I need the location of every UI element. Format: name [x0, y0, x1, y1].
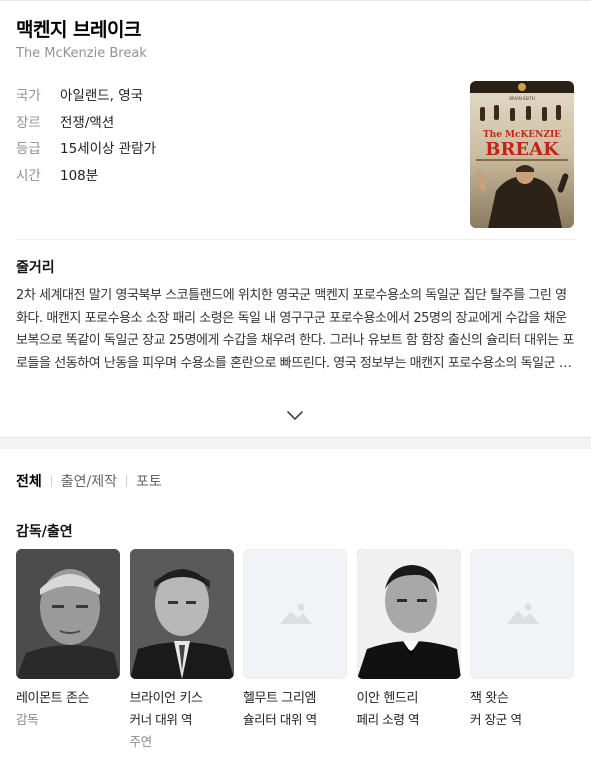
- person-role: 슐리터 대위 역: [243, 712, 317, 727]
- person-name: 레이몬트 존슨: [16, 691, 90, 706]
- info-row-runtime: 시간 108분: [16, 161, 156, 188]
- info-label: 시간: [16, 167, 41, 184]
- person-name: 이안 헨드리: [356, 691, 419, 706]
- cast-item[interactable]: 레이몬트 존슨 감독: [16, 549, 120, 750]
- tab-all[interactable]: 전체: [16, 471, 42, 491]
- info-value: 15세이상 관람가: [60, 141, 156, 158]
- person-photo: [129, 549, 234, 679]
- info-row-rating: 등급 15세이상 관람가: [16, 134, 156, 161]
- svg-text:BREAK: BREAK: [485, 139, 560, 160]
- info-label: 국가: [16, 88, 41, 105]
- cast-heading: 감독/출연: [16, 524, 73, 540]
- person-name: 잭 왓슨: [470, 691, 509, 706]
- info-value: 아일랜드, 영국: [60, 88, 144, 105]
- synopsis-heading: 줄거리: [16, 260, 55, 276]
- cast-item[interactable]: 이안 헨드리 페리 소령 역: [356, 549, 461, 750]
- movie-original-title: The McKenzie Break: [16, 46, 147, 61]
- movie-info-card: 맥켄지 브레이크 The McKenzie Break 국가 아일랜드, 영국 …: [0, 0, 591, 438]
- tab-cast-crew[interactable]: 출연/제작: [61, 471, 117, 491]
- movie-title: 맥켄지 브레이크: [16, 19, 141, 41]
- person-photo: [16, 549, 120, 679]
- info-value: 전쟁/액션: [60, 114, 115, 131]
- info-row-country: 국가 아일랜드, 영국: [16, 81, 156, 108]
- cast-item[interactable]: 헬무트 그리엠 슐리터 대위 역: [243, 549, 347, 750]
- person-name: 브라이언 키스: [129, 691, 203, 706]
- person-role: 페리 소령 역: [356, 712, 420, 727]
- person-role: 커너 대위 역: [129, 712, 193, 727]
- cast-item[interactable]: 브라이언 키스 커너 대위 역 주연: [129, 549, 234, 750]
- person-name: 헬무트 그리엠: [243, 691, 317, 706]
- divider: [16, 239, 575, 240]
- cast-list: 레이몬트 존슨 감독 브라이언 키스 커너 대위 역 주연 헬무트 그리엠 슐리…: [16, 549, 584, 750]
- svg-text:BRIAN KEITH: BRIAN KEITH: [509, 96, 534, 101]
- synopsis-text: 2차 세계대전 말기 영국북부 스코틀랜드에 위치한 영국군 맥켄지 포로수용소…: [16, 288, 574, 371]
- info-label: 장르: [16, 114, 41, 131]
- tab-divider: [50, 475, 52, 487]
- person-role: 커 장군 역: [470, 712, 522, 727]
- image-placeholder-icon: [470, 549, 574, 679]
- info-row-genre: 장르 전쟁/액션: [16, 108, 156, 135]
- tab-photo[interactable]: 포토: [136, 471, 162, 491]
- info-label: 등급: [16, 141, 41, 158]
- movie-poster[interactable]: BRIAN KEITH The McKENZIE BREAK: [470, 81, 574, 228]
- cast-item[interactable]: 잭 왓슨 커 장군 역: [470, 549, 574, 750]
- person-role-type: 주연: [129, 734, 153, 749]
- info-value: 108분: [60, 167, 99, 184]
- tab-divider: [126, 475, 128, 487]
- image-placeholder-icon: [243, 549, 347, 679]
- tab-bar: 전체 출연/제작 포토: [16, 471, 162, 491]
- person-photo: [356, 549, 461, 679]
- movie-poster-image: BRIAN KEITH The McKENZIE BREAK: [470, 81, 574, 228]
- movie-info-list: 국가 아일랜드, 영국 장르 전쟁/액션 등급 15세이상 관람가 시간 108…: [16, 81, 156, 187]
- person-role: 감독: [16, 712, 39, 727]
- chevron-down-icon[interactable]: [286, 406, 304, 420]
